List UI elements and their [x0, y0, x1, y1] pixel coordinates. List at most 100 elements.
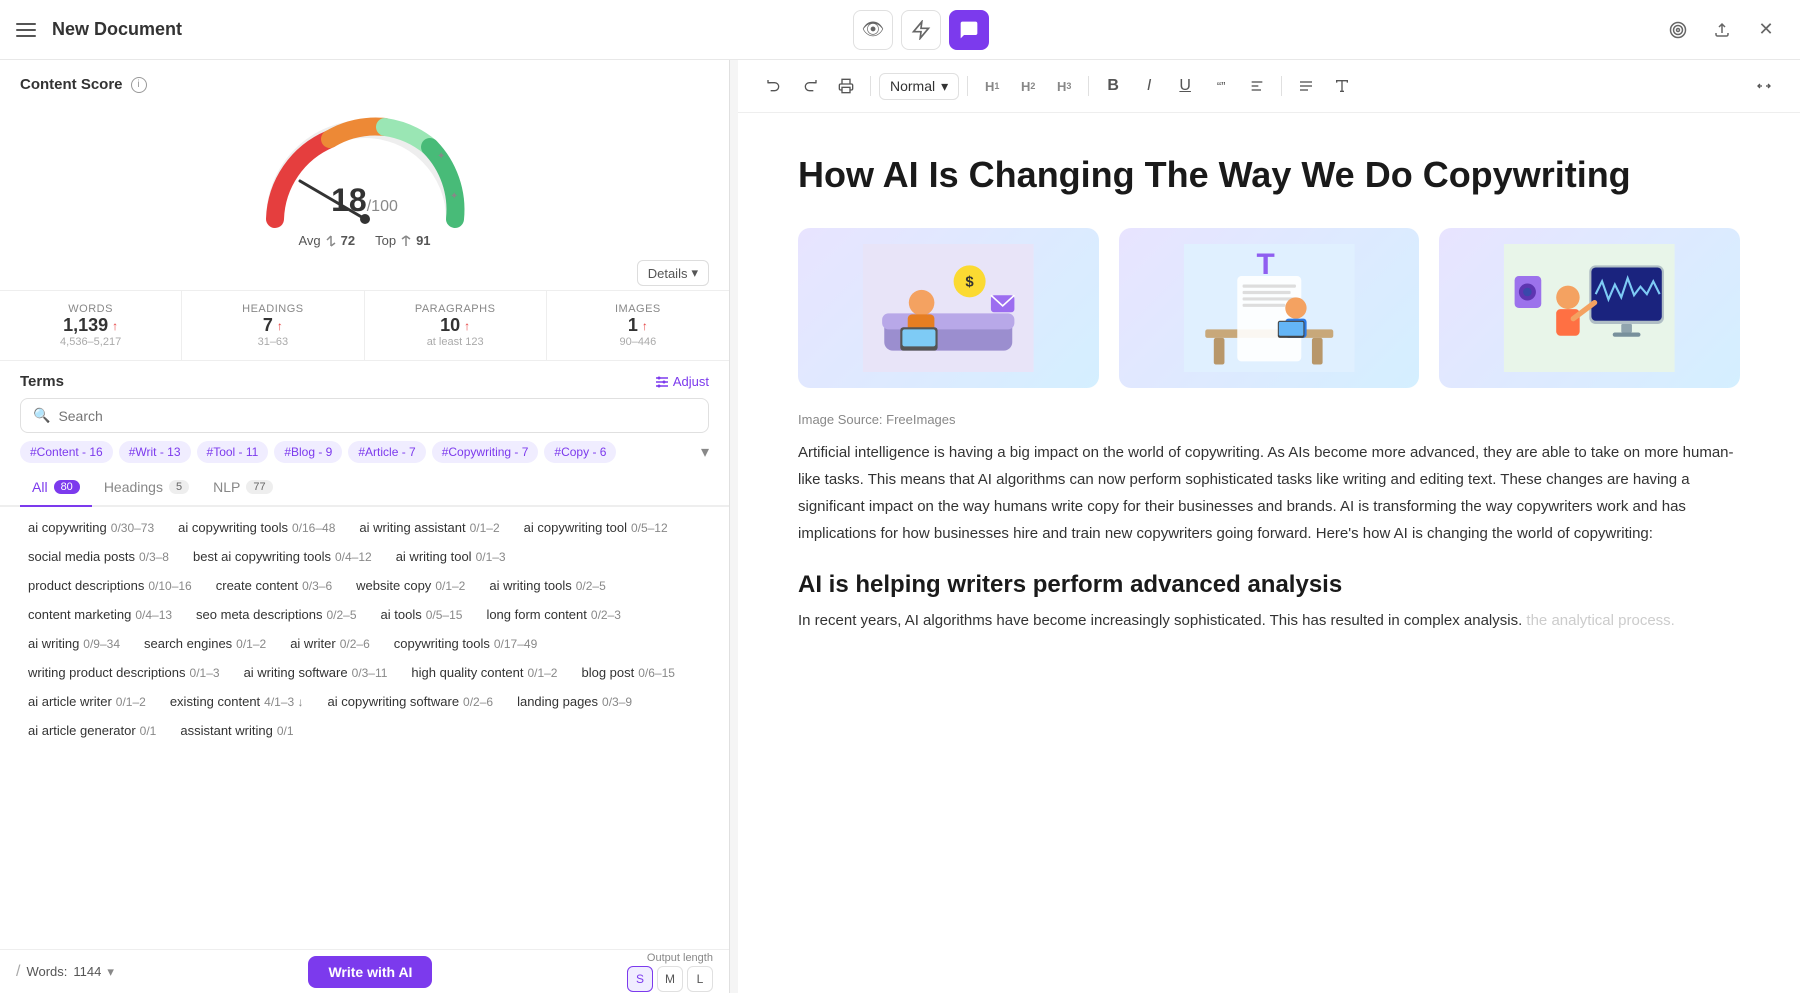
doc-image-3	[1439, 228, 1740, 388]
tag-copy[interactable]: #Copy - 6	[544, 441, 616, 463]
stat-images-label: IMAGES	[563, 303, 713, 315]
svg-text:$: $	[965, 274, 974, 291]
list-item[interactable]: best ai copywriting tools0/4–12	[185, 544, 380, 569]
style-chevron-icon: ▾	[941, 78, 948, 95]
h3-button[interactable]: H3	[1048, 70, 1080, 102]
list-item[interactable]: seo meta descriptions0/2–5	[188, 602, 364, 627]
adjust-button[interactable]: Adjust	[655, 374, 709, 389]
tag-tool[interactable]: #Tool - 11	[197, 441, 269, 463]
details-button[interactable]: Details ▾	[637, 260, 709, 286]
h2-button[interactable]: H2	[1012, 70, 1044, 102]
list-item[interactable]: product descriptions0/10–16	[20, 573, 200, 598]
style-select[interactable]: Normal ▾	[879, 73, 959, 100]
list-item[interactable]: search engines0/1–2	[136, 631, 274, 656]
gauge-score-max: /100	[367, 198, 398, 215]
tag-article[interactable]: #Article - 7	[348, 441, 425, 463]
list-item[interactable]: website copy0/1–2	[348, 573, 473, 598]
stat-paragraphs-label: PARAGRAPHS	[381, 303, 530, 315]
collapse-button[interactable]	[1748, 70, 1780, 102]
slash-icon: /	[16, 963, 20, 981]
stat-images-sub: 90–446	[563, 336, 713, 348]
document-heading: How AI Is Changing The Way We Do Copywri…	[798, 153, 1740, 196]
gauge-score-number: 18	[331, 182, 367, 218]
list-item[interactable]: ai writing software0/3–11	[236, 660, 396, 685]
list-item[interactable]: blog post0/6–15	[573, 660, 682, 685]
list-item[interactable]: writing product descriptions0/1–3	[20, 660, 228, 685]
length-l-button[interactable]: L	[687, 966, 713, 992]
tags-chevron-icon[interactable]: ▾	[701, 442, 709, 462]
terms-grid: ai copywriting0/30–73 ai copywriting too…	[20, 515, 709, 743]
list-item[interactable]: create content0/3–6	[208, 573, 340, 598]
content-score-title: Content Score	[20, 76, 123, 93]
stat-paragraphs-sub: at least 123	[381, 336, 530, 348]
header-left: New Document	[16, 19, 182, 40]
preview-button[interactable]: 👁	[853, 10, 893, 50]
list-item[interactable]: ai tools0/5–15	[373, 602, 471, 627]
list-item[interactable]: ai article generator0/1	[20, 718, 164, 743]
list-item[interactable]: ai copywriting software0/2–6	[320, 689, 502, 714]
words-value: 1144	[73, 964, 101, 979]
list-item[interactable]: content marketing0/4–13	[20, 602, 180, 627]
list-item[interactable]: high quality content0/1–2	[403, 660, 565, 685]
tab-headings[interactable]: Headings 5	[92, 471, 201, 507]
align-button[interactable]	[1290, 70, 1322, 102]
toolbar-separator-1	[870, 76, 871, 96]
format-button[interactable]	[1241, 70, 1273, 102]
tab-all[interactable]: All 80	[20, 471, 92, 507]
stat-images: IMAGES 1 ↑ 90–446	[547, 291, 729, 360]
list-item[interactable]: ai writing tools0/2–5	[481, 573, 613, 598]
close-button[interactable]: ✕	[1748, 12, 1784, 48]
write-ai-button[interactable]: Write with AI	[308, 956, 432, 988]
list-item[interactable]: existing content4/1–3 ↓	[162, 689, 312, 714]
stat-headings-label: HEADINGS	[198, 303, 347, 315]
editor-content[interactable]: How AI Is Changing The Way We Do Copywri…	[738, 113, 1800, 993]
length-s-button[interactable]: S	[627, 966, 653, 992]
italic-button[interactable]: I	[1133, 70, 1165, 102]
list-item[interactable]: long form content0/2–3	[478, 602, 628, 627]
words-chevron-icon[interactable]: ▾	[107, 964, 114, 980]
images-up-arrow: ↑	[642, 319, 648, 333]
tag-writ[interactable]: #Writ - 13	[119, 441, 191, 463]
list-item[interactable]: social media posts0/3–8	[20, 544, 177, 569]
tag-content[interactable]: #Content - 16	[20, 441, 113, 463]
quote-button[interactable]: “”	[1205, 70, 1237, 102]
share-button[interactable]	[1704, 12, 1740, 48]
search-input[interactable]	[58, 408, 696, 424]
list-item[interactable]: ai copywriting tools0/16–48	[170, 515, 343, 540]
info-icon[interactable]: i	[131, 77, 147, 93]
list-item[interactable]: ai writing tool0/1–3	[388, 544, 514, 569]
tags-row: #Content - 16 #Writ - 13 #Tool - 11 #Blo…	[0, 441, 729, 471]
list-item[interactable]: ai copywriting0/30–73	[20, 515, 162, 540]
tag-copywriting[interactable]: #Copywriting - 7	[432, 441, 539, 463]
list-item[interactable]: landing pages0/3–9	[509, 689, 640, 714]
list-item[interactable]: assistant writing0/1	[172, 718, 301, 743]
left-panel: Content Score i	[0, 60, 730, 993]
redo-button[interactable]	[794, 70, 826, 102]
undo-button[interactable]	[758, 70, 790, 102]
list-item[interactable]: ai writing0/9–34	[20, 631, 128, 656]
underline-button[interactable]: U	[1169, 70, 1201, 102]
header-center: 👁	[853, 10, 989, 50]
bold-button[interactable]: B	[1097, 70, 1129, 102]
search-container: 🔍	[0, 398, 729, 441]
optimize-button[interactable]	[901, 10, 941, 50]
search-icon: 🔍	[33, 407, 50, 424]
color-button[interactable]	[1326, 70, 1358, 102]
details-row: Details ▾	[0, 256, 729, 290]
h1-button[interactable]: H1	[976, 70, 1008, 102]
svg-text:✦: ✦	[450, 191, 458, 202]
list-item[interactable]: ai writing assistant0/1–2	[351, 515, 507, 540]
list-item[interactable]: ai copywriting tool0/5–12	[516, 515, 676, 540]
ai-chat-button[interactable]	[949, 10, 989, 50]
stat-words-sub: 4,536–5,217	[16, 336, 165, 348]
list-item[interactable]: ai article writer0/1–2	[20, 689, 154, 714]
list-item[interactable]: ai writer0/2–6	[282, 631, 378, 656]
body-paragraph-2: In recent years, AI algorithms have beco…	[798, 607, 1740, 634]
hamburger-icon[interactable]	[16, 23, 36, 37]
length-m-button[interactable]: M	[657, 966, 683, 992]
tab-nlp[interactable]: NLP 77	[201, 471, 284, 507]
target-button[interactable]	[1660, 12, 1696, 48]
list-item[interactable]: copywriting tools0/17–49	[386, 631, 546, 656]
print-button[interactable]	[830, 70, 862, 102]
tag-blog[interactable]: #Blog - 9	[274, 441, 342, 463]
